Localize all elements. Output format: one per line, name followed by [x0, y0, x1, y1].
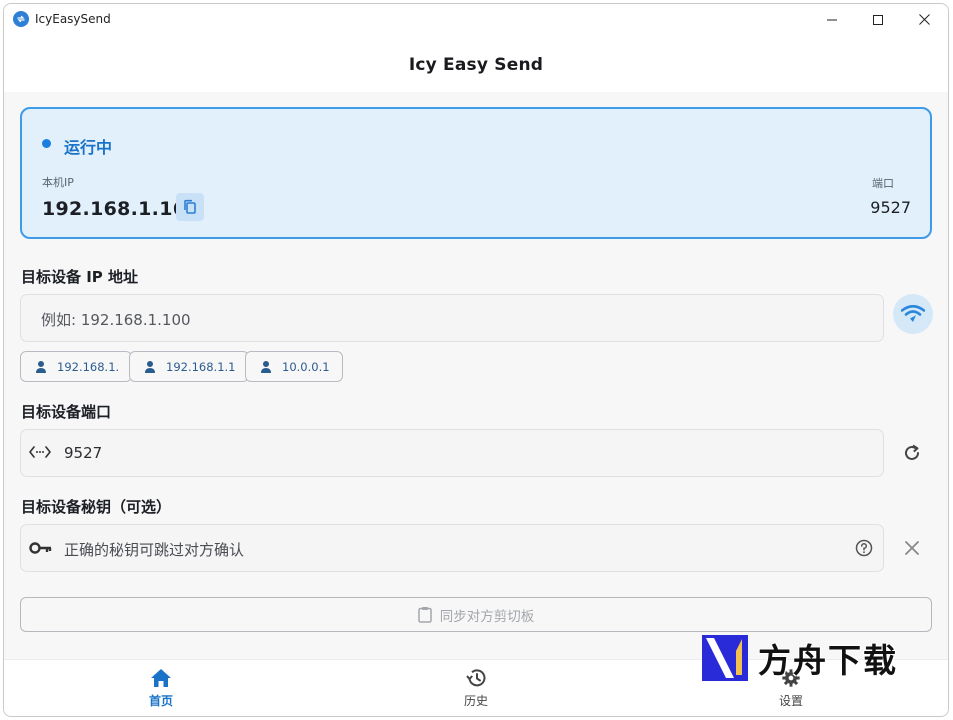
watermark-logo-icon	[702, 635, 748, 681]
close-icon	[905, 541, 919, 555]
status-indicator-icon	[42, 139, 51, 148]
watermark-text: 方舟下载	[758, 641, 898, 680]
target-key-placeholder: 正确的秘钥可跳过对方确认	[64, 541, 245, 559]
copy-ip-button[interactable]	[176, 193, 204, 221]
local-port-label: 端口	[872, 177, 894, 190]
history-icon	[466, 669, 486, 687]
wifi-icon	[901, 305, 925, 322]
person-icon	[36, 360, 46, 373]
copy-icon	[184, 199, 196, 214]
person-icon	[261, 360, 271, 373]
status-text: 运行中	[64, 138, 113, 157]
close-button[interactable]	[901, 4, 947, 35]
local-port-value: 9527	[870, 198, 911, 217]
target-ip-input[interactable]: 例如: 192.168.1.100	[20, 294, 884, 342]
target-port-value: 9527	[64, 444, 103, 462]
refresh-icon	[905, 444, 919, 460]
target-port-input[interactable]: 9527	[20, 429, 884, 477]
target-key-input[interactable]: 正确的秘钥可跳过对方确认	[20, 524, 884, 572]
target-key-label: 目标设备秘钥（可选）	[21, 498, 172, 516]
maximize-button[interactable]	[855, 4, 901, 35]
person-icon	[145, 360, 155, 373]
app-bar: Icy Easy Send	[4, 35, 948, 92]
scan-network-button[interactable]	[893, 294, 933, 334]
target-ip-label: 目标设备 IP 地址	[21, 268, 139, 286]
sync-clipboard-button[interactable]: 同步对方剪切板	[20, 597, 932, 632]
recent-ip-chip-label: 10.0.0.1	[282, 359, 330, 374]
target-port-label: 目标设备端口	[21, 403, 112, 421]
nav-label-home: 首页	[148, 694, 173, 708]
status-card: 运行中 本机IP 192.168.1.16 端口 9527	[20, 107, 932, 239]
nav-item-home[interactable]: 首页	[121, 668, 201, 709]
app-window: IcyEasySend Icy Easy Send 运行中 本机IP 192.1…	[3, 3, 949, 717]
page-title: Icy Easy Send	[408, 54, 544, 75]
recent-ip-chip[interactable]: 10.0.0.1	[245, 351, 343, 382]
watermark: 方舟下载	[702, 630, 922, 686]
home-icon	[151, 669, 171, 687]
clear-key-button[interactable]	[900, 536, 924, 560]
recent-ip-chip-label: 192.168.1.1	[166, 359, 236, 374]
local-ip-value: 192.168.1.16	[42, 198, 187, 220]
code-brackets-icon	[29, 446, 51, 458]
window-title: IcyEasySend	[35, 12, 111, 26]
local-ip-label: 本机IP	[42, 176, 74, 189]
nav-label-history: 历史	[463, 694, 488, 708]
clipboard-icon	[418, 607, 432, 623]
recent-ip-chip[interactable]: 192.168.1.1	[129, 351, 249, 382]
help-icon[interactable]	[855, 539, 873, 557]
key-icon	[29, 542, 52, 554]
sync-clipboard-label: 同步对方剪切板	[439, 608, 535, 625]
reset-port-button[interactable]	[900, 441, 924, 465]
recent-ip-chip[interactable]: 192.168.1.	[20, 351, 133, 382]
target-ip-placeholder: 例如: 192.168.1.100	[41, 311, 191, 329]
nav-item-history[interactable]: 历史	[436, 668, 516, 709]
app-logo-icon	[13, 11, 29, 27]
recent-ip-chip-label: 192.168.1.	[57, 359, 120, 374]
title-bar: IcyEasySend	[4, 4, 948, 35]
nav-label-settings: 设置	[778, 694, 803, 708]
minimize-button[interactable]	[809, 4, 855, 35]
